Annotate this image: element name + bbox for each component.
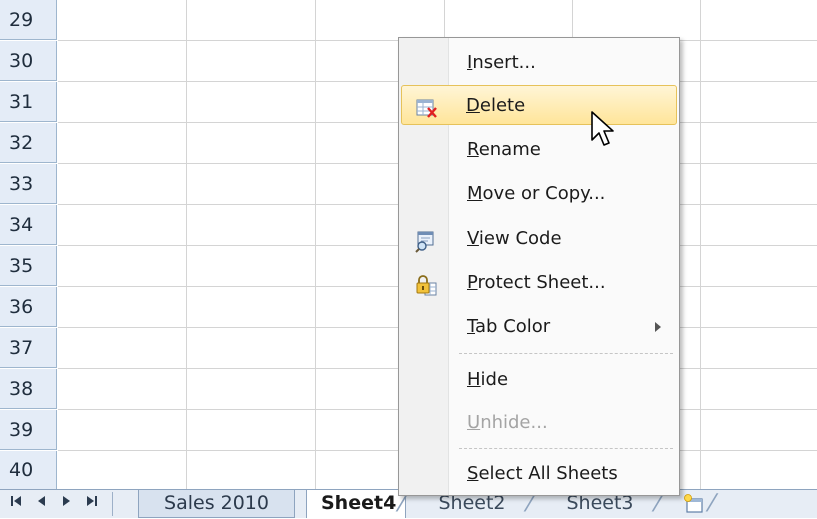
menu-item-view-code[interactable]: View Code (401, 219, 677, 259)
cell[interactable] (701, 246, 817, 287)
cell[interactable] (187, 164, 316, 205)
menu-item-label: Delete (466, 95, 526, 116)
menu-separator (459, 353, 673, 354)
sheet-context-menu: Insert... Delete Rename Move or Copy... (398, 37, 680, 496)
first-sheet-icon[interactable] (4, 493, 28, 515)
row-header[interactable]: 39 (0, 410, 57, 450)
cell[interactable] (701, 0, 817, 41)
cell[interactable] (187, 246, 316, 287)
prev-sheet-icon[interactable] (30, 493, 54, 515)
cell[interactable] (58, 82, 187, 123)
menu-item-label: Insert... (467, 52, 536, 73)
cell[interactable] (58, 246, 187, 287)
menu-item-label: Unhide... (467, 412, 548, 433)
cell[interactable] (58, 328, 187, 369)
menu-item-insert[interactable]: Insert... (401, 43, 677, 83)
cell[interactable] (58, 410, 187, 451)
cell[interactable] (187, 123, 316, 164)
menu-item-label: Rename (467, 139, 541, 160)
last-sheet-icon[interactable] (80, 493, 104, 515)
sheet-tab-label: Sales 2010 (164, 492, 269, 514)
menu-item-label: View Code (467, 228, 562, 249)
cell[interactable] (58, 369, 187, 410)
menu-item-hide[interactable]: Hide (401, 360, 677, 400)
row-header[interactable]: 33 (0, 164, 57, 204)
menu-item-label: Tab Color (467, 316, 551, 337)
cell[interactable] (187, 205, 316, 246)
cell[interactable] (58, 164, 187, 205)
menu-item-label: Protect Sheet... (467, 272, 606, 293)
row-header[interactable]: 36 (0, 287, 57, 327)
row-header[interactable]: 35 (0, 246, 57, 286)
insert-worksheet-icon[interactable] (682, 493, 706, 515)
cell[interactable] (445, 0, 573, 41)
cell[interactable] (58, 41, 187, 82)
menu-item-unhide: Unhide... (401, 403, 677, 443)
cell[interactable] (701, 369, 817, 410)
cell[interactable] (58, 0, 187, 41)
menu-item-move-or-copy[interactable]: Move or Copy... (401, 174, 677, 214)
mouse-pointer-icon (590, 110, 616, 150)
cell[interactable] (701, 41, 817, 82)
cell[interactable] (701, 164, 817, 205)
submenu-arrow-icon (655, 322, 661, 332)
cell[interactable] (573, 0, 701, 41)
cell[interactable] (316, 0, 445, 41)
cell[interactable] (187, 410, 316, 451)
cell[interactable] (701, 82, 817, 123)
protect-sheet-icon (415, 272, 437, 296)
cell[interactable] (187, 328, 316, 369)
cell[interactable] (187, 451, 316, 489)
cell[interactable] (701, 451, 817, 489)
cell[interactable] (58, 451, 187, 489)
row-header[interactable]: 31 (0, 82, 57, 122)
menu-separator (459, 448, 673, 449)
cell[interactable] (58, 287, 187, 328)
row-header[interactable]: 38 (0, 369, 57, 409)
sheet-tab-sheet4[interactable]: Sheet4 (306, 490, 406, 518)
menu-item-label: Hide (467, 369, 509, 390)
row-header[interactable]: 29 (0, 0, 57, 40)
tab-divider: ⁄ (710, 489, 715, 517)
sheet-tab-label: Sheet4 (321, 492, 397, 514)
menu-item-tab-color[interactable]: Tab Color (401, 307, 677, 347)
sheet-tab-sales-2010[interactable]: Sales 2010 (138, 490, 295, 518)
cell[interactable] (58, 123, 187, 164)
row-header[interactable]: 30 (0, 41, 57, 81)
view-code-icon (415, 228, 437, 253)
cell[interactable] (701, 123, 817, 164)
cell[interactable] (187, 287, 316, 328)
row-header[interactable]: 37 (0, 328, 57, 368)
cell[interactable] (187, 369, 316, 410)
row-header[interactable]: 34 (0, 205, 57, 245)
menu-item-select-all-sheets[interactable]: Select All Sheets (401, 454, 677, 494)
row-header[interactable]: 32 (0, 123, 57, 163)
cell[interactable] (187, 0, 316, 41)
menu-item-label: Select All Sheets (467, 463, 618, 484)
menu-item-label: Move or Copy... (467, 183, 606, 204)
next-sheet-icon[interactable] (54, 493, 78, 515)
grid-row: 29 (0, 0, 817, 41)
row-header[interactable]: 40 (0, 451, 57, 489)
cell[interactable] (187, 82, 316, 123)
cell[interactable] (701, 287, 817, 328)
menu-item-delete[interactable]: Delete (401, 85, 677, 125)
cell[interactable] (701, 205, 817, 246)
cell[interactable] (701, 328, 817, 369)
menu-item-protect-sheet[interactable]: Protect Sheet... (401, 263, 677, 303)
menu-item-rename[interactable]: Rename (401, 130, 677, 170)
cell[interactable] (187, 41, 316, 82)
cell[interactable] (58, 205, 187, 246)
tab-nav-divider (112, 492, 113, 516)
delete-sheet-icon (416, 95, 438, 118)
cell[interactable] (701, 410, 817, 451)
